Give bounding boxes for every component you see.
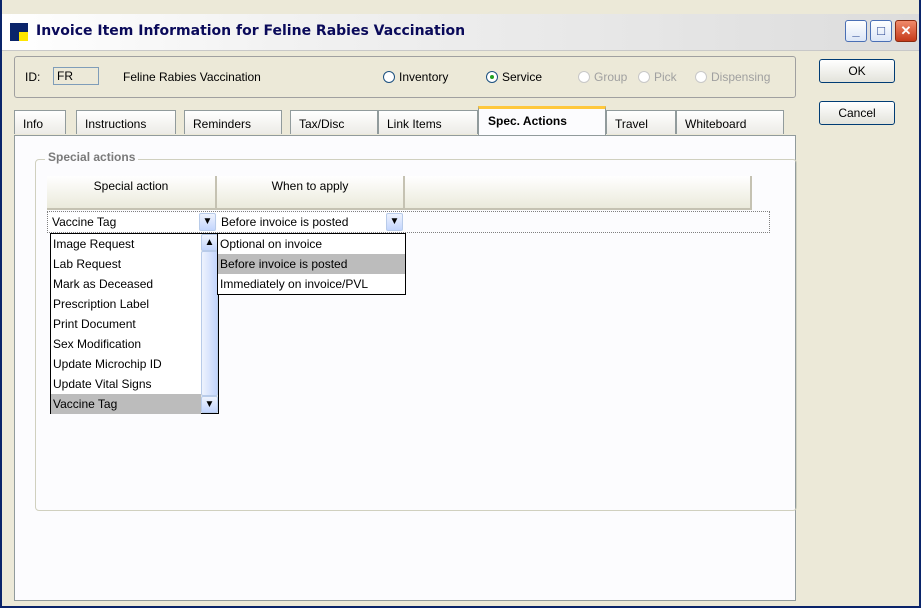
group-label: Special actions (45, 150, 139, 164)
radio-dot (486, 71, 498, 83)
radio-service[interactable]: Service (486, 70, 542, 84)
column-header-empty (405, 176, 752, 210)
tab-info[interactable]: Info (14, 110, 66, 134)
invoice-item-window: Invoice Item Information for Feline Rabi… (0, 0, 921, 608)
app-icon (10, 23, 28, 41)
special-action-dropdown[interactable]: Image Request Lab Request Mark as Deceased… (50, 233, 219, 414)
dropdown-option[interactable]: Immediately on invoice/PVL (218, 274, 405, 294)
radio-dot (638, 71, 650, 83)
tab-whiteboard[interactable]: Whiteboard (676, 110, 784, 134)
radio-dot (695, 71, 707, 83)
special-action-select[interactable]: Vaccine Tag (48, 213, 199, 231)
column-header-when-to-apply[interactable]: When to apply (217, 176, 405, 210)
maximize-icon[interactable]: □ (870, 20, 892, 42)
radio-label: Group (594, 70, 628, 84)
tab-tax-disc[interactable]: Tax/Disc (290, 110, 378, 134)
tab-reminders[interactable]: Reminders (184, 110, 282, 134)
scroll-thumb[interactable] (201, 251, 218, 396)
radio-dot (578, 71, 590, 83)
tab-instructions[interactable]: Instructions (76, 110, 176, 134)
dropdown-option[interactable]: Vaccine Tag (51, 394, 201, 414)
item-header: ID: FR Feline Rabies Vaccination Invento… (14, 56, 796, 98)
radio-dot (383, 71, 395, 83)
when-to-apply-dropdown[interactable]: Optional on invoice Before invoice is pos… (217, 233, 406, 295)
dropdown-option[interactable]: Before invoice is posted (218, 254, 405, 274)
radio-inventory[interactable]: Inventory (383, 70, 448, 84)
spec-actions-panel: Special actions Special action When to a… (14, 135, 797, 601)
minimize-icon[interactable]: _ (845, 20, 867, 42)
tab-spec-actions[interactable]: Spec. Actions (478, 106, 606, 135)
window-title: Invoice Item Information for Feline Rabi… (36, 23, 466, 39)
radio-label: Inventory (399, 70, 449, 84)
scroll-up-icon[interactable]: ▲ (201, 234, 218, 251)
radio-group: Group (578, 70, 627, 84)
radio-label: Service (502, 70, 543, 84)
dropdown-scrollbar[interactable]: ▲ ▼ (201, 234, 218, 413)
radio-dispensing: Dispensing (695, 70, 770, 84)
dropdown-option[interactable]: Optional on invoice (218, 234, 405, 254)
id-field[interactable]: FR (53, 67, 99, 85)
dropdown-option[interactable]: Lab Request (51, 254, 201, 274)
id-label: ID: (25, 70, 41, 84)
scroll-down-icon[interactable]: ▼ (201, 396, 218, 413)
column-header-special-action[interactable]: Special action (47, 176, 217, 210)
dropdown-option[interactable]: Print Document (51, 314, 201, 334)
dropdown-option[interactable]: Prescription Label (51, 294, 201, 314)
chevron-down-icon[interactable]: ▼ (386, 213, 403, 231)
ok-button[interactable]: OK (819, 59, 895, 83)
item-name: Feline Rabies Vaccination (123, 70, 261, 84)
dropdown-option[interactable]: Update Vital Signs (51, 374, 201, 394)
dropdown-option[interactable]: Update Microchip ID (51, 354, 201, 374)
radio-label: Pick (654, 70, 677, 84)
radio-pick: Pick (638, 70, 677, 84)
title-bar[interactable]: Invoice Item Information for Feline Rabi… (2, 14, 919, 51)
cancel-button[interactable]: Cancel (819, 101, 895, 125)
when-to-apply-select[interactable]: Before invoice is posted (217, 213, 386, 231)
dropdown-option[interactable]: Mark as Deceased (51, 274, 201, 294)
dropdown-option[interactable]: Image Request (51, 234, 201, 254)
chevron-down-icon[interactable]: ▼ (199, 213, 216, 231)
close-icon[interactable]: ✕ (895, 20, 917, 42)
tab-link-items[interactable]: Link Items (378, 110, 478, 134)
radio-label: Dispensing (711, 70, 771, 84)
tab-travel[interactable]: Travel (606, 110, 676, 134)
dropdown-option[interactable]: Sex Modification (51, 334, 201, 354)
